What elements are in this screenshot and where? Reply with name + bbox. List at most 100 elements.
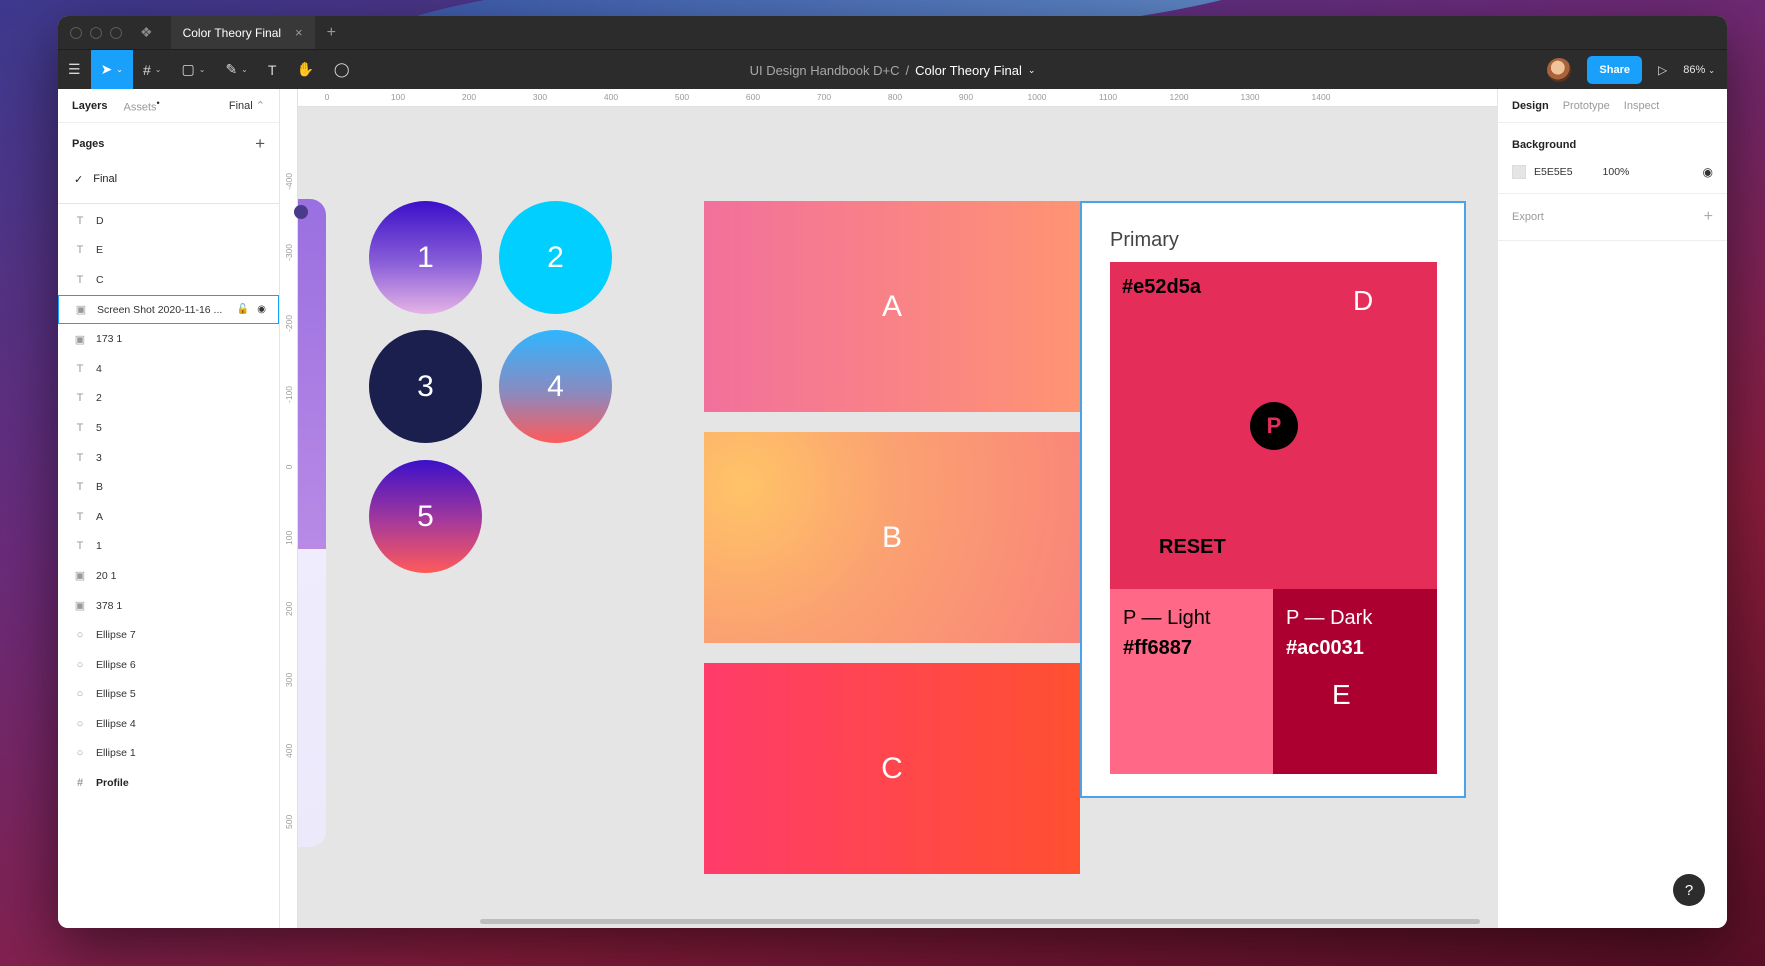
ruler-tick: 0 (284, 464, 294, 470)
eye-icon[interactable]: ◉ (1703, 165, 1713, 179)
zoom-level[interactable]: 86% ⌄ (1683, 64, 1715, 76)
lock-icon[interactable]: 🔓 (237, 304, 249, 315)
comment-tool-button[interactable]: ◯ (324, 50, 360, 90)
main-menu-button[interactable]: ☰ (58, 50, 91, 90)
layer-item[interactable]: TB (58, 472, 279, 502)
gradient-rect-b[interactable]: B (704, 432, 1080, 643)
horizontal-scrollbar[interactable] (480, 919, 1480, 924)
ellipse-label: 5 (417, 499, 434, 533)
background-hex[interactable]: E5E5E5 (1534, 166, 1573, 178)
toolbar-right: Share ▷ 86% ⌄ (1547, 50, 1715, 90)
help-button[interactable]: ? (1673, 874, 1705, 906)
layer-name: Profile (96, 777, 129, 790)
export-label: Export (1512, 211, 1544, 223)
eye-icon[interactable]: ◉ (257, 304, 266, 315)
layer-name: Ellipse 1 (96, 747, 136, 760)
add-page-icon[interactable]: + (255, 134, 265, 154)
ruler-tick: 100 (390, 92, 406, 102)
layer-item[interactable]: ○ Ellipse 5 (58, 680, 279, 710)
text-layer-icon: T (76, 362, 84, 375)
layer-item[interactable]: ▣ Screen Shot 2020-11-16 ... 🔓 ◉ (58, 294, 279, 325)
layer-item[interactable]: ○ Ellipse 6 (58, 650, 279, 680)
background-opacity[interactable]: 100% (1603, 166, 1630, 178)
layer-item[interactable]: TD (58, 206, 279, 236)
close-window-button[interactable] (70, 26, 82, 39)
layer-item[interactable]: TA (58, 502, 279, 532)
page-selector[interactable]: Final ⌃ (229, 99, 265, 112)
text-tool-button[interactable]: T (258, 50, 287, 90)
move-tool-button[interactable]: ➤ ⌄ (90, 49, 133, 90)
breadcrumb-file[interactable]: Color Theory Final (915, 63, 1022, 78)
layer-item[interactable]: TE (58, 236, 279, 266)
figma-window: ❖ Color Theory Final × + ☰ ➤ ⌄ # ⌄ ▢ ⌄ ✎ ⌄ T… (58, 16, 1727, 928)
tab-assets[interactable]: Assets• (123, 98, 159, 114)
rectangle-icon: ▢ (181, 61, 195, 77)
maximize-window-button[interactable] (110, 26, 122, 39)
share-button[interactable]: Share (1587, 56, 1642, 84)
rect-label: A (881, 289, 902, 323)
layer-item[interactable]: ▣ 378 1 (58, 591, 279, 621)
ruler-horizontal: 0 100 200 300 400 500 600 700 800 900 1000 1100 1200… (298, 89, 1497, 107)
present-play-icon[interactable]: ▷ (1658, 63, 1667, 77)
ellipse-layer-icon: ○ (76, 658, 84, 671)
layer-item[interactable]: T1 (58, 532, 279, 562)
ellipse-5[interactable]: 5 (369, 460, 482, 573)
tab-layers[interactable]: Layers (72, 100, 107, 112)
layer-item[interactable]: T2 (58, 384, 279, 414)
ellipse-label: 2 (547, 240, 564, 274)
ellipse-layer-icon: ○ (76, 688, 84, 701)
light-swatch[interactable]: P — Light #ff6887 (1110, 589, 1273, 774)
tab-prototype[interactable]: Prototype (1563, 100, 1610, 112)
layer-name: 2 (96, 392, 102, 405)
layer-item[interactable]: ○ Ellipse 7 (58, 620, 279, 650)
tab-inspect[interactable]: Inspect (1624, 100, 1659, 112)
primary-color-card[interactable]: Primary #e52d5a D P RESET P — Light #ff6… (1080, 201, 1466, 798)
background-row: E5E5E5 100% ◉ (1498, 159, 1727, 194)
gradient-rect-c[interactable]: C (704, 663, 1080, 874)
ellipse-label: 4 (547, 369, 564, 403)
ellipse-4[interactable]: 4 (499, 330, 612, 443)
breadcrumb-project[interactable]: UI Design Handbook D+C (750, 63, 900, 78)
layer-item[interactable]: T4 (58, 354, 279, 384)
minimize-window-button[interactable] (90, 26, 102, 39)
layer-item[interactable]: T5 (58, 413, 279, 443)
layer-item[interactable]: ○ Ellipse 4 (58, 709, 279, 739)
gradient-rect-a[interactable]: A (704, 201, 1080, 412)
close-tab-icon[interactable]: × (295, 25, 303, 40)
primary-hex: #e52d5a (1122, 276, 1201, 298)
primary-swatch[interactable]: #e52d5a D P RESET (1110, 262, 1437, 589)
pages-header: Pages + (58, 123, 279, 165)
shape-tool-button[interactable]: ▢ ⌄ (172, 50, 216, 90)
add-export-icon[interactable]: + (1704, 208, 1713, 226)
avatar[interactable] (1547, 58, 1572, 82)
file-tab[interactable]: Color Theory Final × (170, 16, 315, 49)
background-swatch[interactable] (1512, 165, 1526, 179)
hand-tool-button[interactable]: ✋ (286, 50, 323, 90)
frame-layer-icon: # (76, 777, 84, 790)
chevron-down-icon: ⌄ (116, 65, 123, 74)
check-icon: ✓ (74, 173, 84, 186)
layer-item[interactable]: TC (58, 265, 279, 295)
layer-name: E (96, 244, 104, 257)
light-hex: #ff6887 (1123, 637, 1192, 659)
layer-item[interactable]: # Profile (58, 768, 279, 798)
page-item[interactable]: ✓ Final (58, 165, 279, 193)
ellipse-3[interactable]: 3 (369, 330, 482, 443)
figma-logo-icon[interactable]: ❖ (140, 24, 153, 41)
left-panel-tabs: Layers Assets• Final ⌃ (58, 89, 279, 123)
canvas[interactable]: 0 100 200 300 400 500 600 700 800 900 1000 1100 1200… (280, 89, 1497, 928)
ellipse-1[interactable]: 1 (369, 201, 482, 314)
layer-item[interactable]: ○ Ellipse 1 (58, 739, 279, 769)
image-layer-icon: ▣ (74, 333, 86, 346)
dark-swatch[interactable]: P — Dark #ac0031 E (1273, 589, 1437, 774)
layer-item[interactable]: T3 (58, 443, 279, 473)
ellipse-2[interactable]: 2 (499, 201, 612, 314)
tab-design[interactable]: Design (1512, 100, 1549, 112)
profile-frame-header-fragment (298, 199, 326, 549)
chevron-down-icon[interactable]: ⌄ (1028, 65, 1036, 76)
layer-item[interactable]: ▣ 20 1 (58, 561, 279, 591)
layer-item[interactable]: ▣ 173 1 (58, 324, 279, 354)
frame-tool-button[interactable]: # ⌄ (133, 50, 172, 90)
new-tab-button[interactable]: + (327, 24, 336, 42)
pen-tool-button[interactable]: ✎ ⌄ (215, 50, 257, 90)
